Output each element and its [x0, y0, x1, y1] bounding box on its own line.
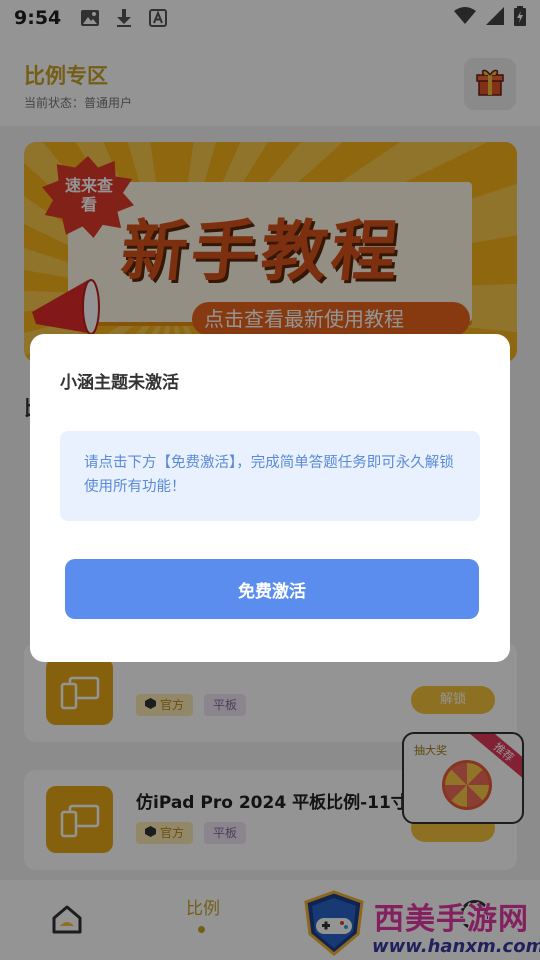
dialog-message: 请点击下方【免费激活】，完成简单答题任务即可永久解锁使用所有功能！ — [84, 455, 454, 495]
dialog-message-box: 请点击下方【免费激活】，完成简单答题任务即可永久解锁使用所有功能！ — [60, 431, 480, 521]
dialog-title: 小涵主题未激活 — [60, 373, 179, 393]
activation-dialog: 小涵主题未激活 请点击下方【免费激活】，完成简单答题任务即可永久解锁使用所有功能… — [30, 334, 510, 662]
free-activate-button[interactable]: 免费激活 — [65, 559, 479, 619]
